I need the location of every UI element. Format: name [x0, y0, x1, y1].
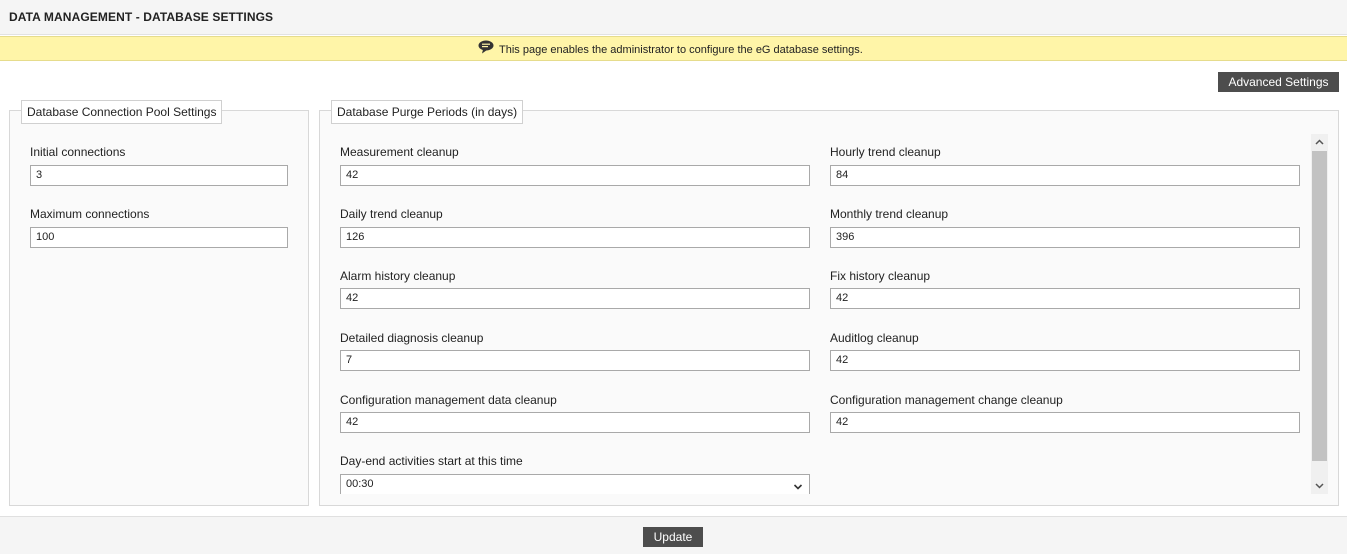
measurement-cleanup-input[interactable]: 42	[340, 165, 810, 186]
maximum-connections-input[interactable]: 100	[30, 227, 288, 248]
initial-connections-input[interactable]: 3	[30, 165, 288, 186]
info-banner: This page enables the administrator to c…	[0, 36, 1347, 61]
daily-trend-cleanup-input[interactable]: 126	[340, 227, 810, 248]
scrollbar-thumb[interactable]	[1312, 151, 1327, 461]
initial-connections-label: Initial connections	[30, 145, 126, 159]
alarm-history-cleanup-label: Alarm history cleanup	[340, 269, 456, 283]
purge-periods-legend: Database Purge Periods (in days)	[331, 100, 524, 124]
maximum-connections-label: Maximum connections	[30, 207, 150, 221]
scroll-down-arrow-icon[interactable]	[1314, 480, 1325, 491]
update-button[interactable]: Update	[643, 527, 703, 547]
auditlog-cleanup-input[interactable]: 42	[830, 350, 1300, 371]
day-end-time-select[interactable]: 00:30	[340, 474, 810, 494]
monthly-trend-cleanup-input[interactable]: 396	[830, 227, 1300, 248]
measurement-cleanup-label: Measurement cleanup	[340, 145, 459, 159]
detailed-diagnosis-cleanup-label: Detailed diagnosis cleanup	[340, 331, 484, 345]
monthly-trend-cleanup-label: Monthly trend cleanup	[830, 207, 949, 221]
cm-data-cleanup-label: Configuration management data cleanup	[340, 393, 557, 407]
connection-pool-legend: Database Connection Pool Settings	[21, 100, 223, 124]
fix-history-cleanup-input[interactable]: 42	[830, 288, 1300, 309]
page-title: DATA MANAGEMENT - DATABASE SETTINGS	[9, 10, 274, 24]
hourly-trend-cleanup-label: Hourly trend cleanup	[830, 145, 941, 159]
page-footer: Update	[0, 516, 1347, 554]
vertical-scrollbar[interactable]	[1311, 134, 1328, 494]
info-text: This page enables the administrator to c…	[499, 44, 863, 56]
day-end-time-label: Day-end activities start at this time	[340, 454, 523, 468]
cm-change-cleanup-input[interactable]: 42	[830, 412, 1300, 433]
fix-history-cleanup-label: Fix history cleanup	[830, 269, 931, 283]
page-header: DATA MANAGEMENT - DATABASE SETTINGS	[0, 0, 1347, 35]
hourly-trend-cleanup-input[interactable]: 84	[830, 165, 1300, 186]
chat-bubble-icon	[478, 40, 494, 54]
day-end-time-value: 00:30	[346, 478, 374, 490]
cm-change-cleanup-label: Configuration management change cleanup	[830, 393, 1063, 407]
alarm-history-cleanup-input[interactable]: 42	[340, 288, 810, 309]
scroll-up-arrow-icon[interactable]	[1314, 137, 1325, 148]
daily-trend-cleanup-label: Daily trend cleanup	[340, 207, 443, 221]
detailed-diagnosis-cleanup-input[interactable]: 7	[340, 350, 810, 371]
chevron-down-icon	[793, 480, 803, 490]
advanced-settings-button[interactable]: Advanced Settings	[1218, 72, 1339, 92]
auditlog-cleanup-label: Auditlog cleanup	[830, 331, 919, 345]
cm-data-cleanup-input[interactable]: 42	[340, 412, 810, 433]
